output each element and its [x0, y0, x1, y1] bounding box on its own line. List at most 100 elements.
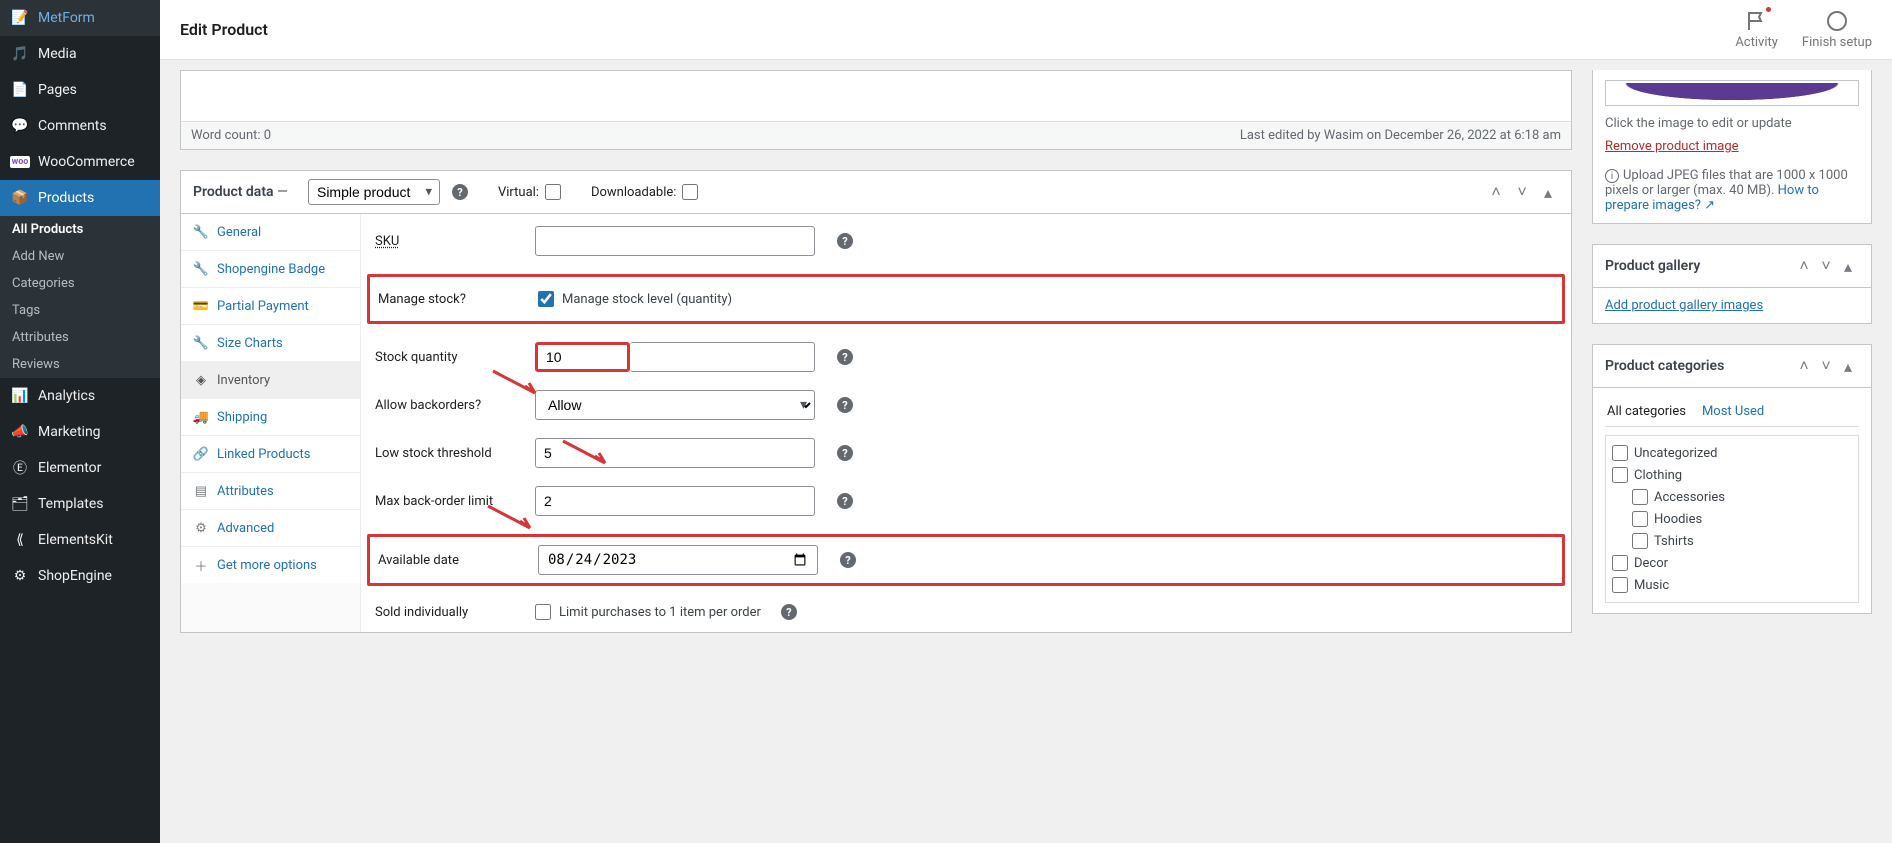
sidebar-label: Comments	[38, 118, 107, 134]
info-icon: i	[1605, 169, 1619, 183]
product-type-select-wrap: Simple product	[298, 179, 440, 205]
sidebar-item-elementor[interactable]: ⒺElementor	[0, 450, 160, 486]
sold-individually-checkbox[interactable]	[535, 604, 551, 620]
cat-item-music[interactable]: Music	[1612, 574, 1852, 596]
flag-icon	[1745, 9, 1769, 33]
virtual-checkbox[interactable]	[545, 184, 561, 200]
sidebar-item-elementskit[interactable]: ⟪ElementsKit	[0, 522, 160, 558]
help-icon[interactable]: ?	[840, 552, 856, 568]
chevron-down-icon[interactable]: ˅	[1815, 355, 1837, 377]
product-data-body: 🔧General 🔧Shopengine Badge 💳Partial Paym…	[181, 214, 1571, 632]
sidebar-item-analytics[interactable]: 📊Analytics	[0, 378, 160, 414]
arrow-annotation-icon	[491, 369, 541, 399]
cat-tab-mostused[interactable]: Most Used	[1700, 398, 1766, 426]
help-icon[interactable]: ?	[837, 493, 853, 509]
chevron-up-icon[interactable]: ˄	[1793, 255, 1815, 277]
tab-partial-payment[interactable]: 💳Partial Payment	[181, 288, 360, 325]
tab-general[interactable]: 🔧General	[181, 214, 360, 251]
truck-icon: 🚚	[193, 409, 209, 425]
available-date-input[interactable]	[538, 545, 818, 575]
sidebar-item-woocommerce[interactable]: wooWooCommerce	[0, 144, 160, 180]
tab-more-options[interactable]: ＋Get more options	[181, 547, 360, 583]
help-icon[interactable]: ?	[452, 184, 468, 200]
tab-advanced[interactable]: ⚙Advanced	[181, 510, 360, 547]
tab-shipping[interactable]: 🚚Shipping	[181, 399, 360, 436]
topbar-action-label: Activity	[1735, 35, 1778, 50]
chevron-down-icon[interactable]: ˅	[1815, 255, 1837, 277]
help-icon[interactable]: ?	[837, 445, 853, 461]
inventory-icon: ◈	[193, 372, 209, 388]
manage-stock-checkbox[interactable]	[538, 291, 554, 307]
cat-item-clothing[interactable]: Clothing	[1612, 464, 1852, 486]
editor-body[interactable]	[181, 71, 1571, 121]
page-title: Edit Product	[180, 20, 268, 39]
side-column: Click the image to edit or update Remove…	[1592, 70, 1872, 653]
manage-stock-label: Manage stock?	[378, 292, 538, 307]
tab-shopengine-badge[interactable]: 🔧Shopengine Badge	[181, 251, 360, 288]
product-image-preview[interactable]	[1605, 80, 1859, 106]
remove-image-link[interactable]: Remove product image	[1605, 139, 1739, 154]
sidebar-item-metform[interactable]: 📝MetForm	[0, 0, 160, 36]
help-icon[interactable]: ?	[837, 233, 853, 249]
finish-setup-button[interactable]: Finish setup	[1802, 9, 1872, 50]
chevron-down-icon[interactable]: ˅	[1511, 181, 1533, 203]
tab-attributes[interactable]: ▤Attributes	[181, 473, 360, 510]
add-gallery-link[interactable]: Add product gallery images	[1605, 298, 1763, 313]
downloadable-checkbox[interactable]	[682, 184, 698, 200]
help-icon[interactable]: ?	[837, 397, 853, 413]
chevron-up-icon[interactable]: ˄	[1793, 355, 1815, 377]
cat-item-decor[interactable]: Decor	[1612, 552, 1852, 574]
sidebar-label: Products	[38, 190, 94, 206]
submenu-attributes[interactable]: Attributes	[0, 324, 160, 351]
tab-linked-products[interactable]: 🔗Linked Products	[181, 436, 360, 473]
cat-tab-all[interactable]: All categories	[1605, 398, 1688, 426]
sidebar-item-pages[interactable]: 📄Pages	[0, 72, 160, 108]
category-list[interactable]: Uncategorized Clothing Accessories Hoodi…	[1605, 435, 1859, 603]
sidebar-item-media[interactable]: 🎵Media	[0, 36, 160, 72]
product-type-select[interactable]: Simple product	[308, 179, 440, 205]
caret-up-icon[interactable]: ▴	[1537, 181, 1559, 203]
sku-input[interactable]	[535, 226, 815, 256]
stock-qty-input-ext[interactable]	[630, 342, 815, 372]
sidebar-item-templates[interactable]: 🗂Templates	[0, 486, 160, 522]
cat-checkbox[interactable]	[1632, 533, 1648, 549]
submenu-add-new[interactable]: Add New	[0, 243, 160, 270]
cat-checkbox[interactable]	[1612, 577, 1628, 593]
submenu-reviews[interactable]: Reviews	[0, 351, 160, 378]
categories-body: All categories Most Used Uncategorized C…	[1593, 388, 1871, 613]
cat-item-uncategorized[interactable]: Uncategorized	[1612, 442, 1852, 464]
stock-qty-input[interactable]	[535, 342, 630, 372]
activity-button[interactable]: Activity	[1735, 9, 1778, 50]
submenu-all-products[interactable]: All Products	[0, 216, 160, 243]
templates-icon: 🗂	[10, 494, 30, 514]
max-backorder-input[interactable]	[535, 486, 815, 516]
archive-icon: 📦	[10, 188, 30, 208]
caret-up-icon[interactable]: ▴	[1837, 255, 1859, 277]
chevron-up-icon[interactable]: ˄	[1485, 181, 1507, 203]
manage-stock-text: Manage stock level (quantity)	[562, 292, 732, 307]
cat-checkbox[interactable]	[1632, 489, 1648, 505]
backorder-select[interactable]: Allow	[535, 390, 815, 420]
cat-checkbox[interactable]	[1612, 445, 1628, 461]
submenu-categories[interactable]: Categories	[0, 270, 160, 297]
metabox-toggles: ˄ ˅ ▴	[1485, 181, 1559, 203]
help-icon[interactable]: ?	[781, 604, 797, 620]
cat-item-accessories[interactable]: Accessories	[1612, 486, 1852, 508]
sidebar-item-marketing[interactable]: 📣Marketing	[0, 414, 160, 450]
sidebar-item-products[interactable]: 📦 Products	[0, 180, 160, 216]
tab-inventory[interactable]: ◈Inventory	[181, 362, 360, 399]
sidebar-item-shopengine[interactable]: ⚙ShopEngine	[0, 558, 160, 594]
cat-checkbox[interactable]	[1612, 467, 1628, 483]
cat-checkbox[interactable]	[1612, 555, 1628, 571]
cat-checkbox[interactable]	[1632, 511, 1648, 527]
max-backorder-row: Max back-order limit ?	[375, 486, 1557, 516]
submenu-tags[interactable]: Tags	[0, 297, 160, 324]
backorder-field: Allow ?	[535, 390, 1557, 420]
tab-size-charts[interactable]: 🔧Size Charts	[181, 325, 360, 362]
sold-individually-field: Limit purchases to 1 item per order ?	[535, 604, 1557, 620]
cat-item-tshirts[interactable]: Tshirts	[1612, 530, 1852, 552]
caret-up-icon[interactable]: ▴	[1837, 355, 1859, 377]
cat-item-hoodies[interactable]: Hoodies	[1612, 508, 1852, 530]
sidebar-item-comments[interactable]: 💬Comments	[0, 108, 160, 144]
help-icon[interactable]: ?	[837, 349, 853, 365]
